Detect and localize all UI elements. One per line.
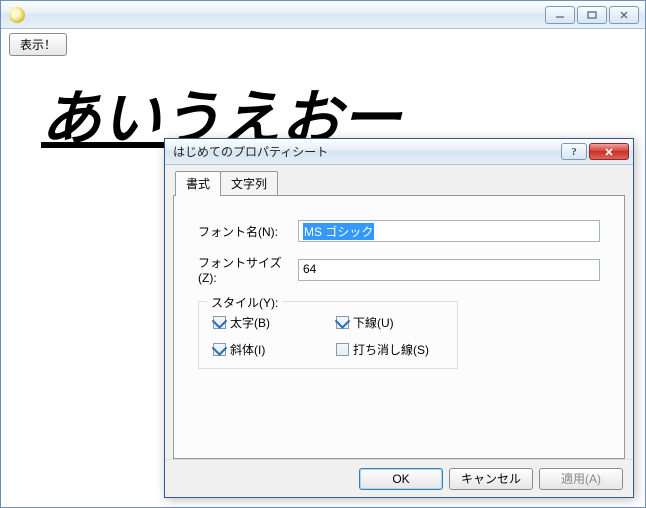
minimize-button[interactable] [545, 6, 575, 24]
underline-checkbox[interactable] [336, 316, 349, 329]
tab-format[interactable]: 書式 [175, 171, 221, 196]
underline-checkbox-row[interactable]: 下線(U) [336, 314, 443, 331]
strikeout-checkbox[interactable] [336, 343, 349, 356]
dialog-footer: OK キャンセル 適用(A) [165, 459, 633, 497]
italic-checkbox-row[interactable]: 斜体(I) [213, 341, 320, 358]
tab-panel-format: フォント名(N): MS ゴシック フォントサイズ(Z): 64 スタイル(Y)… [173, 195, 625, 459]
tab-string[interactable]: 文字列 [220, 171, 278, 195]
dialog-titlebar[interactable]: はじめてのプロパティシート ? [165, 139, 633, 165]
italic-checkbox[interactable] [213, 343, 226, 356]
underline-label: 下線(U) [353, 314, 394, 331]
apply-button[interactable]: 適用(A) [539, 468, 623, 490]
close-button[interactable] [609, 6, 639, 24]
app-icon [9, 7, 25, 23]
dialog-close-button[interactable] [589, 143, 629, 160]
maximize-button[interactable] [577, 6, 607, 24]
dialog-body: 書式 文字列 フォント名(N): MS ゴシック フォントサイズ(Z): 64 … [165, 165, 633, 459]
main-window: 表示！ あいうえおー はじめてのプロパティシート ? 書式 文字列 フォント名(… [0, 0, 646, 508]
strikeout-label: 打ち消し線(S) [353, 341, 429, 358]
italic-label: 斜体(I) [230, 341, 265, 358]
display-button[interactable]: 表示！ [9, 33, 67, 56]
strikeout-checkbox-row[interactable]: 打ち消し線(S) [336, 341, 443, 358]
font-name-label: フォント名(N): [198, 223, 298, 240]
style-groupbox: スタイル(Y): 太字(B) 下線(U) 斜体(I) [198, 301, 458, 369]
toolbar: 表示！ [1, 29, 645, 60]
bold-label: 太字(B) [230, 314, 270, 331]
style-group-title: スタイル(Y): [207, 294, 282, 311]
window-controls [545, 6, 639, 24]
font-name-input[interactable]: MS ゴシック [298, 220, 600, 242]
font-size-label: フォントサイズ(Z): [198, 254, 298, 285]
font-name-value: MS ゴシック [303, 223, 374, 240]
ok-button[interactable]: OK [359, 468, 443, 490]
main-titlebar [1, 1, 645, 29]
font-size-input[interactable]: 64 [298, 259, 600, 281]
property-sheet-dialog: はじめてのプロパティシート ? 書式 文字列 フォント名(N): MS ゴシック… [164, 138, 634, 498]
bold-checkbox-row[interactable]: 太字(B) [213, 314, 320, 331]
tab-bar: 書式 文字列 [175, 171, 625, 195]
bold-checkbox[interactable] [213, 316, 226, 329]
help-button[interactable]: ? [561, 143, 587, 160]
cancel-button[interactable]: キャンセル [449, 468, 533, 490]
dialog-title: はじめてのプロパティシート [169, 143, 561, 160]
